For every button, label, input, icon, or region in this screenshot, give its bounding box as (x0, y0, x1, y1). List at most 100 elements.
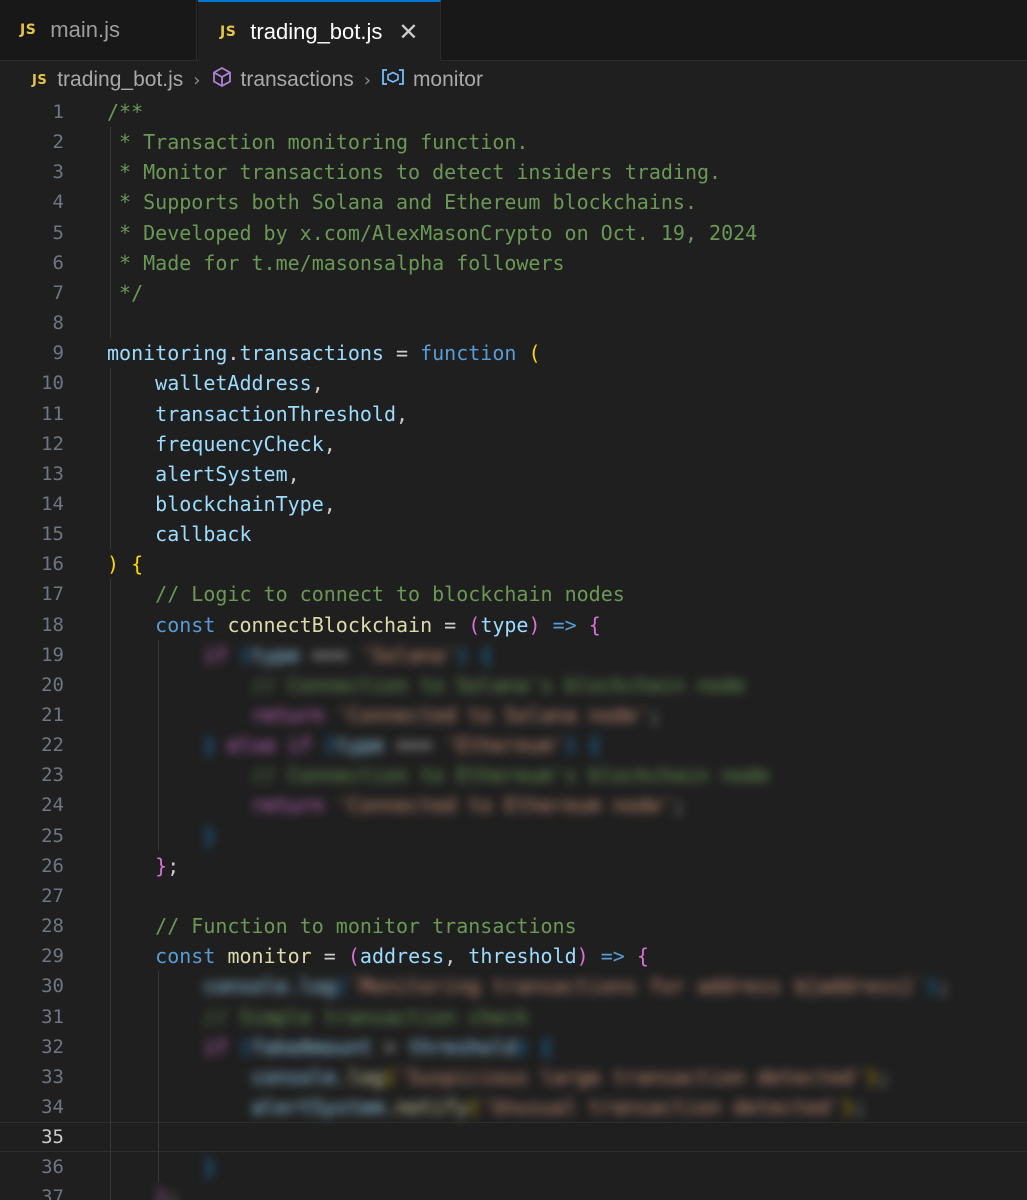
code-line[interactable]: 25 } (0, 821, 1027, 851)
code-line[interactable]: 26 }; (0, 851, 1027, 881)
blurred-code: } (107, 1152, 215, 1182)
code-token: . (227, 341, 240, 366)
blurred-code: return 'Connected to Solana node'; (107, 700, 661, 730)
breadcrumb-variable[interactable]: monitor (413, 68, 483, 92)
code-token: ( (335, 974, 348, 999)
code-line[interactable]: 1 /** (0, 97, 1027, 127)
code-token: // Function to monitor transactions (155, 914, 577, 939)
blurred-code: // Connection to Ethereum's blockchain n… (107, 760, 770, 790)
code-line[interactable]: 11 transactionThreshold, (0, 399, 1027, 429)
line-number: 25 (41, 824, 64, 847)
line-number: 23 (41, 764, 64, 787)
code-line[interactable]: 28 // Function to monitor transactions (0, 911, 1027, 941)
code-token: const (155, 612, 216, 637)
code-line[interactable]: 16) { (0, 549, 1027, 579)
line-number: 30 (41, 975, 64, 998)
code-line[interactable]: 2 * Transaction monitoring function. (0, 127, 1027, 157)
code-line[interactable]: 24 return 'Connected to Ethereum node'; (0, 790, 1027, 820)
code-line[interactable]: 21 return 'Connected to Solana node'; (0, 700, 1027, 730)
code-token: ( (468, 1094, 481, 1119)
code-token: { (636, 944, 649, 969)
code-text: const connectBlockchain = (type) => { (107, 610, 601, 640)
line-number: 17 (41, 583, 64, 606)
code-line[interactable]: 19 if (type === 'Solana') { (0, 640, 1027, 670)
code-line[interactable]: 6 * Made for t.me/masonsalpha followers (0, 248, 1027, 278)
code-token: // Connection to Ethereum's blockchain n… (251, 763, 770, 788)
code-token: ) (841, 1094, 854, 1119)
code-line[interactable]: 3 * Monitor transactions to detect insid… (0, 157, 1027, 187)
code-line[interactable]: 12 frequencyCheck, (0, 429, 1027, 459)
code-token: transactions (239, 341, 384, 366)
code-text: * Made for t.me/masonsalpha followers (107, 248, 565, 278)
code-token: { (588, 612, 601, 637)
code-line[interactable]: 27 (0, 881, 1027, 911)
indent-guide (110, 579, 111, 1200)
line-number: 3 (52, 161, 64, 184)
blurred-code: // Simple transaction check (107, 1002, 528, 1032)
tab-label: main.js (50, 17, 120, 42)
code-token: , (287, 461, 300, 486)
blurred-code: } else if (type === 'Ethereum') { (107, 730, 600, 760)
code-token: , (396, 401, 409, 426)
code-line[interactable]: 17 // Logic to connect to blockchain nod… (0, 579, 1027, 609)
code-token: alertSystem (155, 461, 288, 486)
code-line[interactable]: 30 console.log(`Monitoring transactions … (0, 971, 1027, 1001)
code-line[interactable]: 4 * Supports both Solana and Ethereum bl… (0, 187, 1027, 217)
code-token: else if (215, 733, 324, 758)
code-line[interactable]: 10 walletAddress, (0, 368, 1027, 398)
code-line[interactable]: 20 // Connection to Solana's blockchain … (0, 670, 1027, 700)
code-token: monitoring (107, 341, 228, 366)
code-text: ) { (107, 549, 143, 579)
breadcrumb-symbol[interactable]: transactions (241, 68, 354, 92)
breadcrumb-file[interactable]: trading_bot.js (57, 68, 183, 92)
code-line[interactable]: 5 * Developed by x.com/AlexMasonCrypto o… (0, 218, 1027, 248)
code-token: ) (865, 1064, 878, 1089)
code-line[interactable]: 13 alertSystem, (0, 459, 1027, 489)
code-editor[interactable]: 1 /** 2 * Transaction monitoring function.… (0, 97, 1027, 1200)
code-token: ) (528, 612, 541, 637)
code-line[interactable]: 32 if (fakeAmount > threshold) { (0, 1032, 1027, 1062)
code-token: ) (576, 944, 589, 969)
line-number: 20 (41, 673, 64, 696)
code-line[interactable]: 22 } else if (type === 'Ethereum') { (0, 730, 1027, 760)
code-line[interactable]: 7 */ (0, 278, 1027, 308)
close-icon[interactable]: ✕ (398, 20, 418, 44)
tab-trading-bot-js[interactable]: JS trading_bot.js ✕ (198, 0, 441, 61)
code-token: // Logic to connect to blockchain nodes (155, 582, 625, 607)
tab-main-js[interactable]: JS main.js (0, 0, 197, 60)
code-line[interactable]: 18 const connectBlockchain = (type) => { (0, 610, 1027, 640)
line-number: 12 (41, 432, 64, 455)
code-line[interactable]: 33 console.log('Suspicious large transac… (0, 1062, 1027, 1092)
code-token: walletAddress (155, 371, 312, 396)
code-token: `Monitoring transactions for address ${a… (347, 974, 926, 999)
code-token: , (323, 431, 336, 456)
blurred-code: alertSystem.notify('Unusual transaction … (107, 1092, 866, 1122)
code-token: = (432, 612, 469, 637)
code-token: , (323, 491, 336, 516)
code-line[interactable]: 23 // Connection to Ethereum's blockchai… (0, 760, 1027, 790)
code-line[interactable]: 14 blockchainType, (0, 489, 1027, 519)
line-number: 2 (52, 131, 64, 154)
code-token: ( (239, 1034, 252, 1059)
code-line[interactable]: 35 (0, 1122, 1027, 1152)
code-line[interactable]: 9 monitoring.transactions = function ( (0, 338, 1027, 368)
code-line[interactable]: 34 alertSystem.notify('Unusual transacti… (0, 1092, 1027, 1122)
variable-icon (381, 67, 405, 93)
code-line[interactable]: 29 const monitor = (address, threshold) … (0, 941, 1027, 971)
code-line[interactable]: 36 } (0, 1152, 1027, 1182)
code-line[interactable]: 31 // Simple transaction check (0, 1002, 1027, 1032)
code-line[interactable]: 8 (0, 308, 1027, 338)
code-token: * Monitor transactions to detect insider… (107, 160, 722, 185)
line-number: 34 (41, 1095, 64, 1118)
blurred-code: if (type === 'Solana') { (107, 640, 492, 670)
code-line[interactable]: 37 }; (0, 1182, 1027, 1200)
code-line[interactable]: 15 callback (0, 519, 1027, 549)
